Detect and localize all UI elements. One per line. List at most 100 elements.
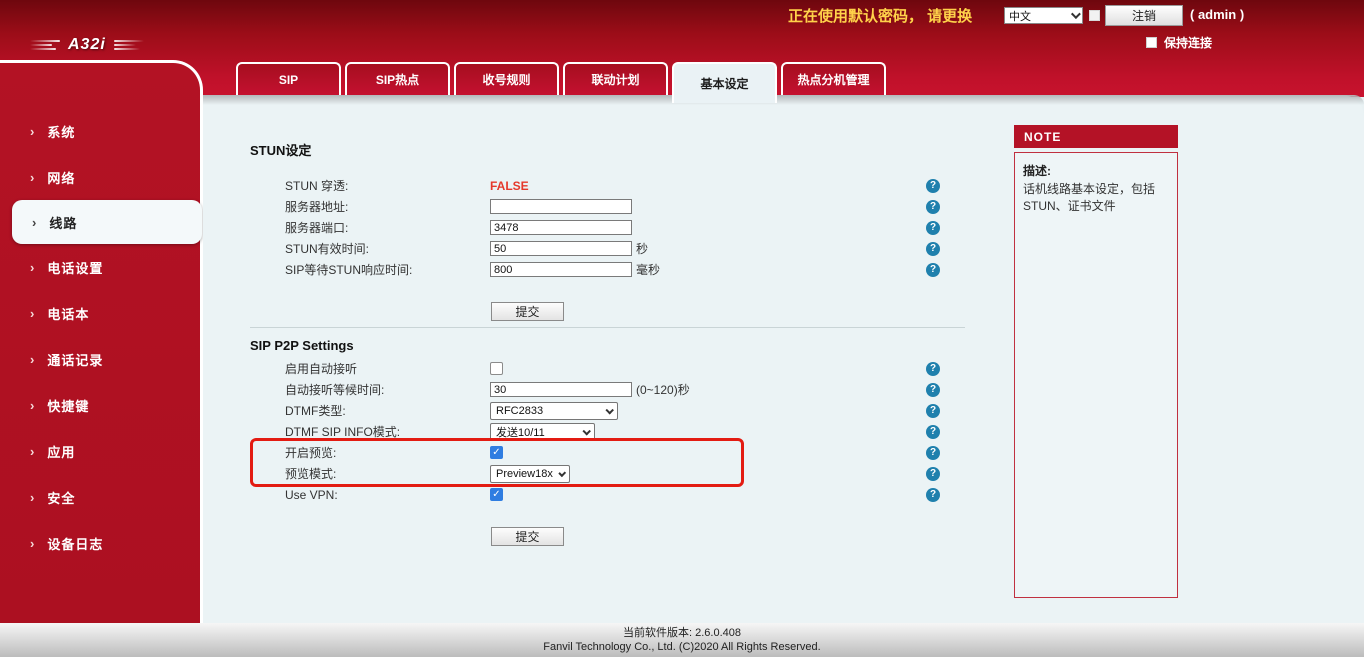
help-icon[interactable]: ? [926, 446, 940, 460]
brand-logo: A32i [30, 36, 144, 54]
field-label: 预览模式: [285, 465, 490, 482]
software-version-text: 当前软件版本: 2.6.0.408 [0, 626, 1364, 640]
sidebar-item-label: 应用 [47, 442, 75, 461]
field-label: 开启预览: [285, 444, 490, 461]
help-icon[interactable]: ? [926, 467, 940, 481]
chevron-right-icon: › [30, 353, 34, 366]
stun-valid-time-row: STUN有效时间: 秒 ? [250, 238, 940, 259]
sidebar-item-application[interactable]: › 应用 [0, 428, 200, 474]
help-icon[interactable]: ? [926, 383, 940, 397]
tab-basic-settings[interactable]: 基本设定 [672, 62, 777, 103]
preview-mode-select-value: Preview18x [496, 468, 553, 480]
header-mini-checkbox[interactable] [1089, 10, 1100, 21]
sidebar-item-label: 安全 [47, 488, 75, 507]
help-icon[interactable]: ? [926, 488, 940, 502]
tab-dial-plan[interactable]: 收号规则 [454, 62, 559, 95]
p2p-submit-button[interactable]: 提交 [491, 527, 564, 546]
chevron-down-icon [558, 469, 566, 477]
help-icon[interactable]: ? [926, 362, 940, 376]
field-label: STUN有效时间: [285, 240, 490, 257]
chevron-right-icon: › [30, 171, 34, 184]
dtmf-type-select-value: RFC2833 [496, 405, 543, 417]
use-vpn-row: Use VPN: ✓ ? [250, 484, 940, 505]
dtmf-sip-info-select[interactable]: 发送10/11 [490, 423, 595, 441]
sidebar-item-label: 电话本 [47, 304, 89, 323]
tab-bar: SIP SIP热点 收号规则 联动计划 基本设定 热点分机管理 [236, 62, 886, 103]
server-address-row: 服务器地址: ? [250, 196, 940, 217]
use-vpn-checkbox[interactable]: ✓ [490, 488, 503, 501]
field-label: SIP等待STUN响应时间: [285, 261, 490, 278]
field-label: 自动接听等候时间: [285, 381, 490, 398]
note-description-label: 描述: [1023, 162, 1169, 179]
sidebar-item-label: 通话记录 [47, 350, 103, 369]
main-content: STUN设定 STUN 穿透: FALSE ? 服务器地址: ? 服务器端口: … [203, 95, 1364, 623]
dtmf-type-select[interactable]: RFC2833 [490, 402, 618, 420]
help-icon[interactable]: ? [926, 242, 940, 256]
field-label: 启用自动接听 [285, 360, 490, 377]
auto-answer-checkbox[interactable] [490, 362, 503, 375]
sidebar-item-line[interactable]: › 线路 [12, 200, 202, 244]
sidebar-item-system[interactable]: › 系统 [0, 108, 200, 154]
stun-form-rows: STUN 穿透: FALSE ? 服务器地址: ? 服务器端口: ? STUN有… [250, 175, 940, 280]
server-port-row: 服务器端口: ? [250, 217, 940, 238]
field-label: 服务器端口: [285, 219, 490, 236]
sidebar-item-label: 电话设置 [47, 258, 103, 277]
logo-speed-lines-right-icon [114, 40, 144, 50]
stun-penetration-row: STUN 穿透: FALSE ? [250, 175, 940, 196]
chevron-right-icon: › [30, 399, 34, 412]
sidebar-item-device-log[interactable]: › 设备日志 [0, 520, 200, 566]
tab-hotspot-extension[interactable]: 热点分机管理 [781, 62, 886, 95]
help-icon[interactable]: ? [926, 263, 940, 277]
unit-label: 秒 [636, 240, 648, 257]
preview-mode-select[interactable]: Preview18x [490, 465, 570, 483]
auto-answer-row: 启用自动接听 ? [250, 358, 940, 379]
tab-sip[interactable]: SIP [236, 62, 341, 95]
help-icon[interactable]: ? [926, 404, 940, 418]
sidebar-item-call-log[interactable]: › 通话记录 [0, 336, 200, 382]
sidebar-item-network[interactable]: › 网络 [0, 154, 200, 200]
language-select-value: 中文 [1009, 8, 1031, 24]
chevron-down-icon [582, 427, 590, 435]
server-port-input[interactable] [490, 220, 632, 235]
note-panel-header: NOTE [1014, 125, 1178, 148]
chevron-right-icon: › [30, 537, 34, 550]
chevron-right-icon: › [30, 307, 34, 320]
stun-valid-time-input[interactable] [490, 241, 632, 256]
chevron-right-icon: › [30, 445, 34, 458]
auto-answer-wait-input[interactable] [490, 382, 632, 397]
section-divider [250, 327, 965, 328]
chevron-right-icon: › [30, 125, 34, 138]
copyright-text: Fanvil Technology Co., Ltd. (C)2020 All … [0, 640, 1364, 654]
stun-section-title: STUN设定 [250, 140, 311, 159]
language-select[interactable]: 中文 [1004, 7, 1083, 24]
help-icon[interactable]: ? [926, 425, 940, 439]
sidebar-item-label: 系统 [47, 122, 75, 141]
logo-speed-lines-left-icon [30, 40, 60, 50]
field-label: STUN 穿透: [285, 177, 490, 194]
logout-button[interactable]: 注销 [1105, 5, 1183, 26]
enable-preview-row: 开启预览: ✓ ? [250, 442, 940, 463]
sip-wait-stun-row: SIP等待STUN响应时间: 毫秒 ? [250, 259, 940, 280]
logged-in-user-label: ( admin ) [1190, 7, 1244, 22]
sip-wait-stun-input[interactable] [490, 262, 632, 277]
help-icon[interactable]: ? [926, 200, 940, 214]
tab-sip-hotspot[interactable]: SIP热点 [345, 62, 450, 95]
chevron-down-icon [1071, 9, 1081, 19]
field-label: 服务器地址: [285, 198, 490, 215]
sidebar-container: › 系统 › 网络 › 线路 › 电话设置 › 电话本 › 通话记录 › 快捷键… [0, 60, 203, 623]
server-address-input[interactable] [490, 199, 632, 214]
sidebar-item-function-key[interactable]: › 快捷键 [0, 382, 200, 428]
help-icon[interactable]: ? [926, 179, 940, 193]
sidebar-nav: › 系统 › 网络 › 线路 › 电话设置 › 电话本 › 通话记录 › 快捷键… [0, 63, 200, 623]
enable-preview-checkbox[interactable]: ✓ [490, 446, 503, 459]
sidebar-item-phone-settings[interactable]: › 电话设置 [0, 244, 200, 290]
field-label: Use VPN: [285, 488, 490, 502]
stun-submit-button[interactable]: 提交 [491, 302, 564, 321]
help-icon[interactable]: ? [926, 221, 940, 235]
tab-action-plan[interactable]: 联动计划 [563, 62, 668, 95]
chevron-right-icon: › [30, 261, 34, 274]
sidebar-item-phonebook[interactable]: › 电话本 [0, 290, 200, 336]
chevron-down-icon [605, 406, 613, 414]
sidebar-item-security[interactable]: › 安全 [0, 474, 200, 520]
keep-connected-checkbox[interactable] [1146, 37, 1157, 48]
